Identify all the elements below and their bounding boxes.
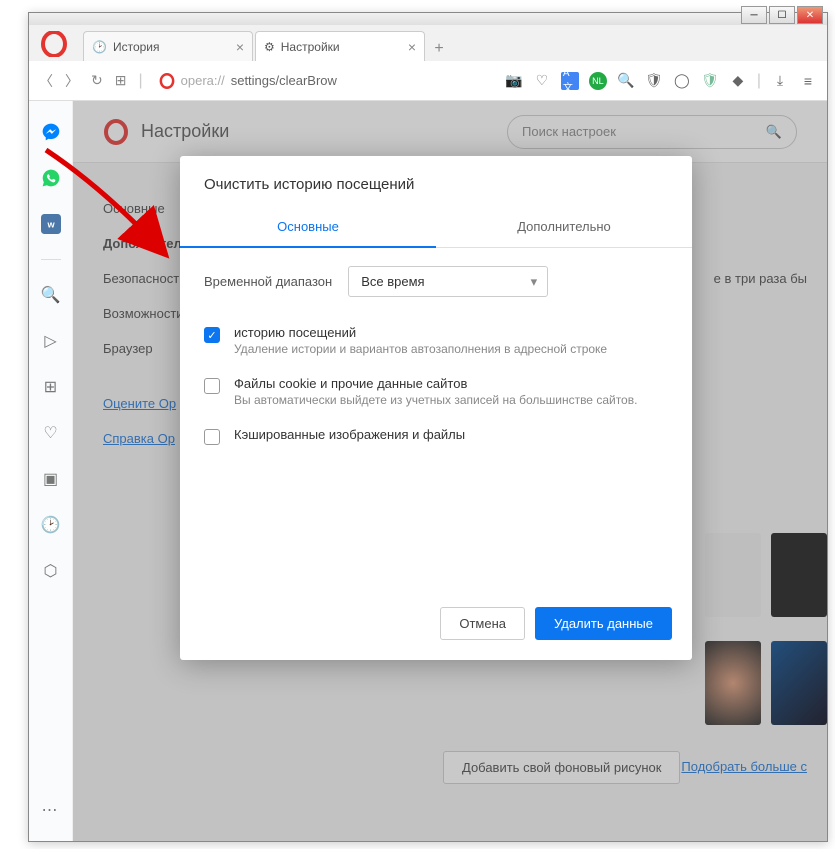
clear-history-dialog: Очистить историю посещений Основные Допо…: [180, 156, 692, 660]
url-path: settings/clearBrow: [231, 73, 337, 88]
checkbox-checked[interactable]: ✓: [204, 327, 220, 343]
clear-options: ✓ историю посещений Удаление истории и в…: [180, 315, 692, 463]
extensions-icon[interactable]: ⬡: [40, 560, 62, 582]
speed-dial-button[interactable]: ⊞: [115, 72, 127, 89]
maximize-button[interactable]: ☐: [769, 6, 795, 24]
window-titlebar: ─ ☐ ✕: [29, 13, 827, 25]
minimize-button[interactable]: ─: [741, 6, 767, 24]
colored-ext-icon[interactable]: ◆: [729, 72, 747, 90]
camera-icon[interactable]: 📷: [505, 72, 523, 90]
dialog-footer: Отмена Удалить данные: [180, 593, 692, 660]
search-ext-icon[interactable]: 🔍: [617, 72, 635, 90]
dialog-tab-advanced[interactable]: Дополнительно: [436, 207, 692, 247]
tab-label: История: [113, 40, 160, 54]
nl-extension-icon[interactable]: NL: [589, 72, 607, 90]
option-cookies[interactable]: Файлы cookie и прочие данные сайтов Вы а…: [204, 366, 668, 417]
sidebar: w 🔍 ▷ ⊞ ♡ ▣ 🕑 ⬡ ⋯: [29, 101, 73, 841]
back-button[interactable]: 〈: [39, 71, 53, 91]
tab-settings[interactable]: ⚙ Настройки ×: [255, 31, 425, 61]
url-scheme: opera://: [181, 73, 225, 88]
dialog-tab-basic[interactable]: Основные: [180, 207, 436, 248]
url-field[interactable]: opera:// settings/clearBrow: [159, 73, 337, 89]
adblock-icon[interactable]: 🛡: [701, 72, 719, 90]
tab-bar: 🕑 История × ⚙ Настройки × +: [29, 25, 827, 61]
time-range-label: Временной диапазон: [204, 274, 332, 289]
shield-icon[interactable]: 🛡: [645, 72, 663, 90]
more-sidebar-icon[interactable]: ⋯: [40, 799, 62, 821]
time-range-select[interactable]: Все время: [348, 266, 548, 297]
reload-button[interactable]: ↻: [91, 72, 103, 89]
heart-sidebar-icon[interactable]: ♡: [40, 422, 62, 444]
tab-label: Настройки: [281, 40, 340, 54]
option-history[interactable]: ✓ историю посещений Удаление истории и в…: [204, 315, 668, 366]
option-title: историю посещений: [234, 325, 607, 340]
tab-history[interactable]: 🕑 История ×: [83, 31, 253, 61]
send-icon[interactable]: ▷: [40, 330, 62, 352]
close-tab-icon[interactable]: ×: [408, 39, 416, 55]
download-icon[interactable]: ⤓: [771, 72, 789, 90]
opera-icon: [159, 73, 175, 89]
option-title: Файлы cookie и прочие данные сайтов: [234, 376, 637, 391]
option-desc: Вы автоматически выйдете из учетных запи…: [234, 393, 637, 407]
close-window-button[interactable]: ✕: [797, 6, 823, 24]
svg-text:w: w: [46, 219, 55, 229]
clock-icon: 🕑: [92, 40, 107, 54]
address-bar: 〈 〉 ↻ ⊞ | opera://settings/clearBrow 📷 ♡…: [29, 61, 827, 101]
history-sidebar-icon[interactable]: 🕑: [40, 514, 62, 536]
circle-ext-icon[interactable]: ◯: [673, 72, 691, 90]
dialog-title: Очистить историю посещений: [180, 156, 692, 207]
cancel-button[interactable]: Отмена: [440, 607, 525, 640]
messenger-icon[interactable]: [40, 121, 62, 143]
time-range-row: Временной диапазон Все время: [180, 248, 692, 315]
checkbox-unchecked[interactable]: [204, 378, 220, 394]
option-cache[interactable]: Кэшированные изображения и файлы: [204, 417, 668, 455]
translate-icon[interactable]: A文: [561, 72, 579, 90]
vk-icon[interactable]: w: [40, 213, 62, 235]
forward-button[interactable]: 〉: [65, 71, 79, 91]
checkbox-unchecked[interactable]: [204, 429, 220, 445]
opera-menu-button[interactable]: [41, 31, 67, 57]
whatsapp-icon[interactable]: [40, 167, 62, 189]
easy-setup-icon[interactable]: ≡: [799, 72, 817, 90]
clear-data-button[interactable]: Удалить данные: [535, 607, 672, 640]
search-sidebar-icon[interactable]: 🔍: [40, 284, 62, 306]
toolbar-icons: 📷 ♡ A文 NL 🔍 🛡 ◯ 🛡 ◆ | ⤓ ≡: [505, 72, 817, 90]
heart-icon[interactable]: ♡: [533, 72, 551, 90]
option-title: Кэшированные изображения и файлы: [234, 427, 465, 442]
close-tab-icon[interactable]: ×: [236, 39, 244, 55]
option-desc: Удаление истории и вариантов автозаполне…: [234, 342, 607, 356]
sidebar-divider: [41, 259, 61, 260]
news-icon[interactable]: ▣: [40, 468, 62, 490]
dialog-tabs: Основные Дополнительно: [180, 207, 692, 248]
time-range-value: Все время: [361, 274, 424, 289]
gear-icon: ⚙: [264, 40, 275, 54]
new-tab-button[interactable]: +: [427, 37, 451, 61]
workspaces-icon[interactable]: ⊞: [40, 376, 62, 398]
